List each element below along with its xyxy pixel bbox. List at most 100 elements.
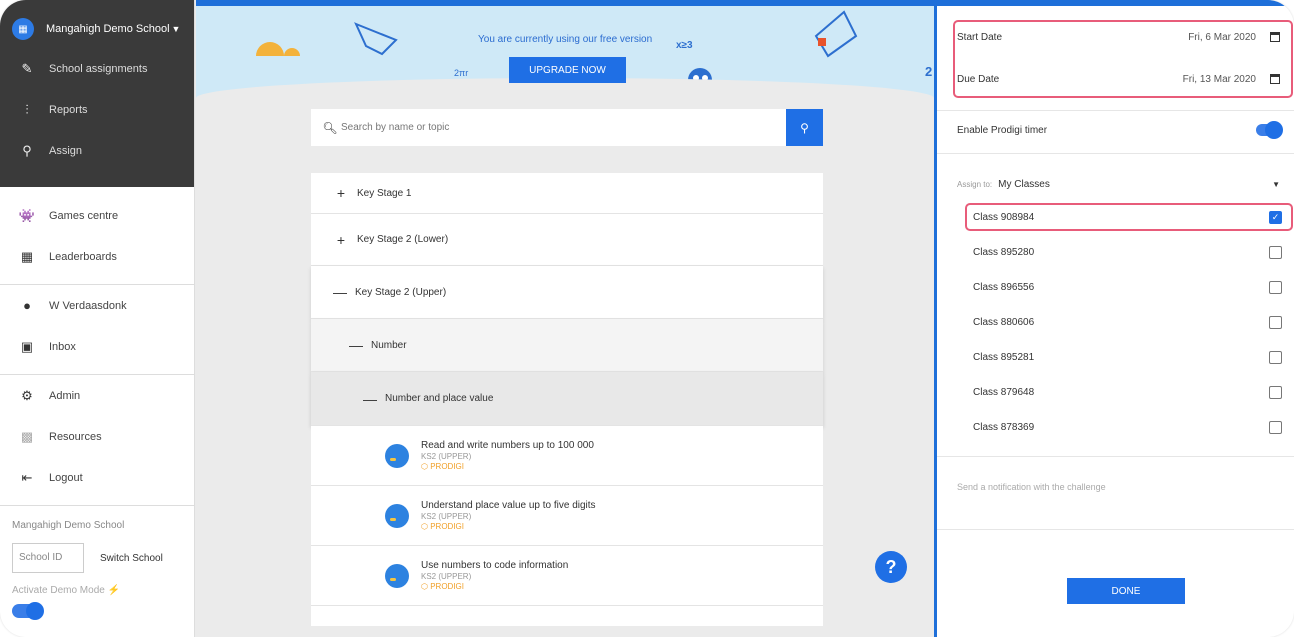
sidebar-item-label: W Verdaasdonk bbox=[49, 299, 127, 312]
search-input[interactable]: Search by name or topic bbox=[341, 122, 449, 133]
timer-label: Enable Prodigi timer bbox=[957, 124, 1048, 136]
prodigi-timer-toggle[interactable] bbox=[1256, 121, 1283, 139]
collapse-icon: — bbox=[333, 284, 347, 300]
search-icon: ⚲ bbox=[800, 120, 809, 135]
logout-icon: ⇤ bbox=[21, 469, 33, 485]
divider bbox=[937, 153, 1294, 154]
user-icon: ● bbox=[23, 298, 31, 313]
app-frame: ▦ Mangahigh Demo School ▼ ✎ School assig… bbox=[0, 0, 1294, 637]
sidebar-item-assign[interactable]: ⚲ Assign bbox=[0, 130, 194, 171]
class-row[interactable]: Class 879648 bbox=[937, 375, 1294, 410]
inbox-icon: ▣ bbox=[20, 338, 34, 354]
demo-mode-label: Activate Demo Mode ⚡ bbox=[12, 585, 121, 596]
sidebar-item-label: Admin bbox=[49, 389, 81, 402]
tree-item-label: Number and place value bbox=[385, 393, 494, 404]
expand-icon: + bbox=[336, 231, 346, 248]
demo-mode-toggle[interactable] bbox=[12, 602, 44, 620]
done-button[interactable]: DONE bbox=[1067, 578, 1185, 604]
class-name: Class 895281 bbox=[973, 352, 1035, 363]
assign-to-value: My Classes bbox=[998, 178, 1050, 190]
sidebar-item-school-assignments[interactable]: ✎ School assignments bbox=[0, 48, 194, 89]
sidebar-item-resources[interactable]: ▩ Resources bbox=[0, 416, 194, 457]
invader-icon: 👾 bbox=[18, 207, 36, 223]
prodigi-timer-row: Enable Prodigi timer bbox=[937, 111, 1294, 149]
school-id-row: School ID Switch School bbox=[12, 543, 182, 573]
banner-message: You are currently using our free version bbox=[478, 34, 653, 45]
sidebar-item-label: Logout bbox=[49, 471, 83, 484]
upgrade-banner bbox=[196, 6, 934, 98]
class-row[interactable]: Class 895280 bbox=[937, 235, 1294, 270]
sidebar-item-label: Games centre bbox=[49, 209, 119, 222]
class-highlight bbox=[965, 203, 1293, 231]
timer-section: Enable Prodigi timer bbox=[937, 111, 1294, 149]
tree-item-key-stage-2-upper[interactable]: — Key Stage 2 (Upper) bbox=[311, 266, 823, 319]
class-row[interactable]: Class 878369 bbox=[937, 410, 1294, 445]
class-name: Class 879648 bbox=[973, 387, 1035, 398]
class-row[interactable]: Class 880606 bbox=[937, 305, 1294, 340]
class-name: Class 895280 bbox=[973, 247, 1035, 258]
switch-school-button[interactable]: Switch School bbox=[100, 553, 163, 564]
school-switcher[interactable]: ▦ Mangahigh Demo School ▼ bbox=[0, 10, 194, 48]
chart-icon: ⫶ bbox=[25, 101, 29, 117]
math-decoration: 2 bbox=[925, 64, 933, 79]
search-button[interactable]: ⚲ bbox=[786, 109, 823, 146]
assign-to-select[interactable]: Assign to: My Classes ▼ bbox=[937, 168, 1294, 200]
curriculum-tree: + Key Stage 1 + Key Stage 2 (Lower) — Ke… bbox=[311, 173, 823, 626]
class-checkbox[interactable] bbox=[1269, 351, 1282, 364]
edit-icon: ✎ bbox=[21, 60, 33, 76]
sidebar-item-label: Leaderboards bbox=[49, 250, 117, 263]
assign-to-label: Assign to: bbox=[957, 179, 993, 189]
class-checkbox[interactable] bbox=[1269, 386, 1282, 399]
school-logo-icon: ▦ bbox=[12, 18, 34, 40]
tree-item-label: Key Stage 2 (Upper) bbox=[355, 286, 447, 298]
class-checkbox[interactable] bbox=[1269, 246, 1282, 259]
sidebar-item-logout[interactable]: ⇤ Logout bbox=[0, 457, 194, 498]
sidebar-item-label: Assign bbox=[49, 144, 83, 157]
search-bar: 🔍︎ Search by name or topic ⚲ bbox=[311, 109, 823, 146]
collapse-icon: — bbox=[349, 337, 363, 353]
sidebar-item-leaderboards[interactable]: ▦ Leaderboards bbox=[0, 236, 194, 277]
sidebar-footer: Mangahigh Demo School School ID Switch S… bbox=[0, 506, 194, 632]
sidebar-item-games-centre[interactable]: 👾 Games centre bbox=[0, 195, 194, 236]
sidebar-item-inbox[interactable]: ▣ Inbox bbox=[0, 326, 194, 367]
tree-item-label: Key Stage 2 (Lower) bbox=[357, 234, 449, 245]
topic-title: Use numbers to code information bbox=[421, 560, 569, 571]
class-checkbox[interactable] bbox=[1269, 316, 1282, 329]
assign-panel: Start Date Fri, 6 Mar 2020 Due Date Fri,… bbox=[934, 0, 1294, 637]
tree-item-number[interactable]: — Number bbox=[311, 319, 823, 372]
class-name: Class 896556 bbox=[973, 282, 1035, 293]
topic-title: Read and write numbers up to 100 000 bbox=[421, 440, 594, 451]
tree-item-key-stage-2-lower[interactable]: + Key Stage 2 (Lower) bbox=[311, 214, 823, 266]
resources-icon: ▩ bbox=[20, 428, 34, 444]
class-row[interactable]: Class 896556 bbox=[937, 270, 1294, 305]
math-decoration: x≥3 bbox=[676, 40, 693, 51]
sidebar-light-section: 👾 Games centre ▦ Leaderboards ● W Verdaa… bbox=[0, 187, 194, 632]
collapse-icon: — bbox=[363, 390, 377, 407]
sidebar-item-reports[interactable]: ⫶ Reports bbox=[0, 89, 194, 130]
tree-item-label: Number bbox=[371, 339, 407, 351]
sidebar: ▦ Mangahigh Demo School ▼ ✎ School assig… bbox=[0, 0, 195, 637]
sidebar-dark-section: ▦ Mangahigh Demo School ▼ ✎ School assig… bbox=[0, 0, 194, 187]
class-checkbox[interactable] bbox=[1269, 281, 1282, 294]
topic-item[interactable]: Use numbers to code information KS2 (UPP… bbox=[311, 546, 823, 606]
dates-highlight bbox=[953, 20, 1293, 98]
sidebar-item-user[interactable]: ● W Verdaasdonk bbox=[0, 285, 194, 326]
tree-item-number-and-place-value[interactable]: — Number and place value bbox=[311, 372, 823, 426]
topic-item[interactable]: Read and write numbers up to 100 000 KS2… bbox=[311, 426, 823, 486]
search-icon: ⚲ bbox=[22, 142, 32, 158]
notification-option[interactable]: Send a notification with the challenge bbox=[937, 482, 1294, 492]
topic-item[interactable]: Understand place value up to five digits… bbox=[311, 486, 823, 546]
class-checkbox[interactable] bbox=[1269, 421, 1282, 434]
class-row[interactable]: Class 895281 bbox=[937, 340, 1294, 375]
school-id-input[interactable]: School ID bbox=[12, 543, 84, 573]
footer-school-name: Mangahigh Demo School bbox=[12, 520, 125, 531]
sidebar-item-admin[interactable]: ⚙ Admin bbox=[0, 375, 194, 416]
expand-icon: + bbox=[336, 185, 346, 201]
tree-item-key-stage-1[interactable]: + Key Stage 1 bbox=[311, 173, 823, 214]
topic-stage: KS2 (UPPER) bbox=[421, 572, 472, 581]
help-button[interactable]: ? bbox=[875, 551, 907, 583]
topic-title: Understand place value up to five digits bbox=[421, 500, 596, 511]
upgrade-now-button[interactable]: UPGRADE NOW bbox=[509, 57, 626, 83]
divider bbox=[937, 529, 1294, 530]
class-list: Class 908984 ✓ Class 895280 Class 896556 Cla… bbox=[937, 200, 1294, 445]
